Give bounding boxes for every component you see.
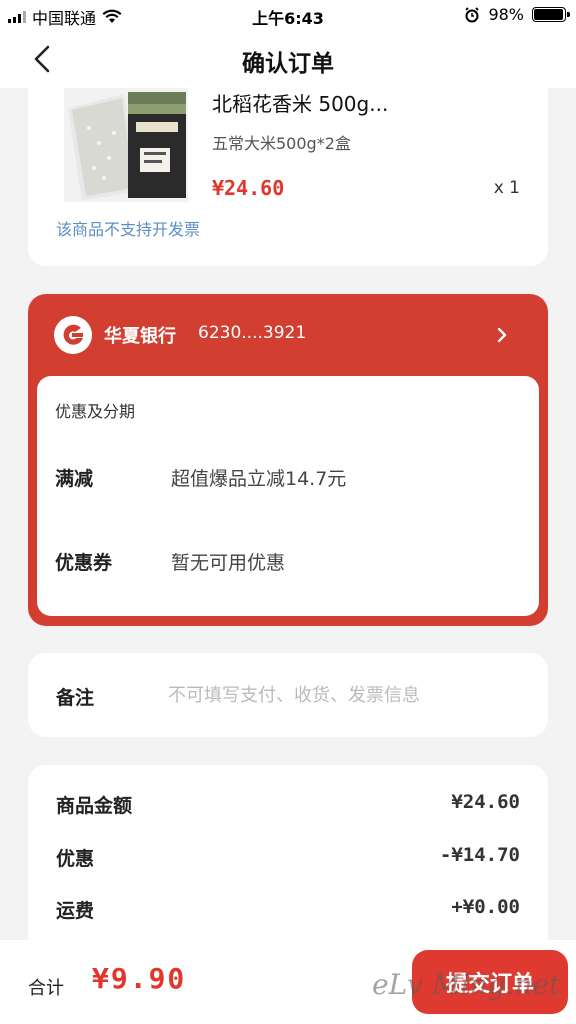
remark-label: 备注 [56,687,95,709]
total-label: 合计 [28,978,64,999]
remark-input[interactable] [168,679,528,711]
summary-row: 运费 +¥0.00 [56,896,520,926]
shipping-value: +¥0.00 [451,896,520,918]
summary-row: 商品金额 ¥24.60 [56,791,520,821]
product-price: ¥24.60 [212,176,285,200]
bank-logo-icon [54,316,92,354]
discount-value[interactable]: 超值爆品立减14.7元 [171,464,346,491]
discount-total-label: 优惠 [56,848,95,870]
battery-percent: 98% [488,5,524,24]
payment-card: 华夏银行 6230....3921 优惠及分期 满减 超值爆品立减14.7元 优… [28,294,548,626]
invoice-note: 该商品不支持开发票 [56,220,201,239]
product-spec: 五常大米500g*2盒 [212,134,351,153]
product-title[interactable]: 北稻花香米 500g... [212,88,388,117]
chevron-right-icon[interactable] [496,326,508,344]
total-value: ¥9.90 [92,962,187,995]
alarm-icon [465,6,480,22]
coupon-label: 优惠券 [55,552,113,574]
summary-row: 优惠 -¥14.70 [56,844,520,874]
subtotal-value: ¥24.60 [451,791,520,813]
bank-card-number[interactable]: 6230....3921 [198,323,306,343]
promo-panel: 优惠及分期 满减 超值爆品立减14.7元 优惠券 暂无可用优惠 [37,376,539,616]
page-title: 确认订单 [242,51,334,77]
price-summary: 商品金额 ¥24.60 优惠 -¥14.70 运费 +¥0.00 [28,765,548,965]
coupon-value[interactable]: 暂无可用优惠 [171,548,285,575]
shipping-label: 运费 [56,900,95,922]
chevron-left-icon[interactable] [30,44,56,74]
discount-label: 满减 [55,468,94,490]
discount-total-value: -¥14.70 [439,844,520,866]
checkout-bar: 合计 ¥9.90 提交订单 eLv Ming.net [0,940,576,1024]
product-image[interactable] [64,88,188,202]
bank-name[interactable]: 华夏银行 [104,322,176,348]
status-bar: 中国联通 上午6:43 98% [0,0,576,32]
remark-card: 备注 [28,653,548,737]
product-card[interactable]: 北稻花香米 500g... 五常大米500g*2盒 ¥24.60 x 1 该商品… [28,88,548,266]
promo-header: 优惠及分期 [55,402,136,421]
nav-bar: 确认订单 [0,32,576,88]
battery-icon [532,7,570,22]
submit-order-button[interactable]: 提交订单 [412,950,568,1014]
product-quantity: x 1 [493,178,520,198]
subtotal-label: 商品金额 [56,795,133,817]
